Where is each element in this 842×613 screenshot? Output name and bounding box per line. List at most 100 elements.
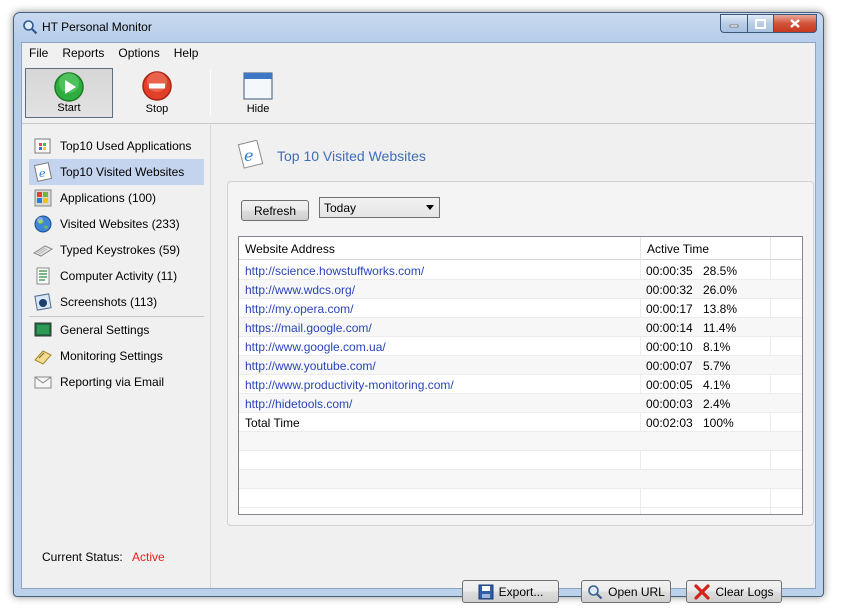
sidebar-item-screenshots[interactable]: Screenshots (113) [29, 289, 204, 315]
sidebar-item-typed-keystrokes[interactable]: Typed Keystrokes (59) [29, 237, 204, 263]
toolbar: Start Stop Hide [22, 64, 815, 122]
sidebar-item-visited-websites[interactable]: Visited Websites (233) [29, 211, 204, 237]
percent-cell: 26.0% [703, 283, 738, 297]
time-cell: 00:00:10 [646, 340, 693, 354]
clear-logs-button[interactable]: Clear Logs [686, 580, 782, 603]
maximize-button[interactable] [747, 14, 773, 33]
page-title: Top 10 Visited Websites [277, 148, 426, 164]
table-row[interactable] [239, 470, 802, 489]
percent-cell: 4.1% [703, 378, 731, 392]
percent-cell: 8.1% [703, 340, 731, 354]
time-cell: 00:00:32 [646, 283, 693, 297]
client-area: File Reports Options Help Start Stop Hid… [21, 42, 816, 603]
toolbar-separator [210, 70, 211, 116]
table-row[interactable]: http://www.youtube.com/00:00:07 5.7% [239, 356, 802, 375]
table-row[interactable]: https://mail.google.com/00:00:14 11.4% [239, 318, 802, 337]
time-cell: 00:00:03 [646, 397, 693, 411]
column-header-active-time[interactable]: Active Time [641, 237, 771, 260]
report-panel: Refresh Today Website Address Active Tim… [227, 181, 814, 526]
url-cell[interactable]: http://science.howstuffworks.com/ [245, 264, 424, 278]
minimize-icon [729, 24, 739, 27]
stop-label: Stop [145, 103, 169, 115]
ie-icon: e [33, 162, 53, 182]
sidebar-item-reporting-email[interactable]: Reporting via Email [29, 369, 204, 395]
table-row[interactable]: http://www.productivity-monitoring.com/0… [239, 375, 802, 394]
table-row[interactable]: http://my.opera.com/00:00:17 13.8% [239, 299, 802, 318]
menu-file[interactable]: File [22, 43, 55, 63]
clear-logs-label: Clear Logs [715, 584, 774, 599]
sidebar-item-general-settings[interactable]: General Settings [29, 317, 204, 343]
menu-options[interactable]: Options [111, 43, 166, 63]
time-cell: 00:00:05 [646, 378, 693, 392]
time-cell: 00:00:07 [646, 359, 693, 373]
url-cell[interactable]: http://www.productivity-monitoring.com/ [245, 378, 454, 392]
email-icon [34, 376, 52, 389]
period-dropdown[interactable]: Today [319, 197, 440, 218]
table-row[interactable]: Total Time 00:02:03 100% [239, 413, 802, 432]
play-icon [54, 72, 84, 102]
save-icon [478, 584, 494, 599]
start-button[interactable]: Start [25, 68, 113, 118]
time-cell: 00:00:35 [646, 264, 693, 278]
toolbar-divider [22, 123, 815, 124]
open-url-label: Open URL [608, 584, 665, 599]
table-row[interactable] [239, 451, 802, 470]
url-cell[interactable]: http://www.youtube.com/ [245, 359, 376, 373]
table-header: Website Address Active Time [239, 237, 802, 260]
minimize-button[interactable] [720, 14, 747, 33]
hide-label: Hide [246, 103, 270, 115]
stop-button[interactable]: Stop [113, 68, 201, 118]
table-row[interactable]: http://science.howstuffworks.com/00:00:3… [239, 261, 802, 280]
maximize-icon [755, 18, 766, 29]
percent-cell: 2.4% [703, 397, 731, 411]
monitor-settings-icon [34, 350, 52, 365]
status-label: Current Status: [42, 550, 123, 564]
open-url-button[interactable]: Open URL [581, 580, 671, 603]
url-cell: Total Time [245, 416, 300, 430]
globe-icon [34, 215, 52, 233]
refresh-button[interactable]: Refresh [241, 200, 309, 221]
delete-icon [694, 583, 711, 600]
magnifier-app-icon [23, 20, 38, 35]
search-icon [588, 584, 603, 599]
ie-page-icon: e [237, 140, 264, 169]
table-row[interactable] [239, 432, 802, 451]
chevron-down-icon [426, 205, 434, 210]
hide-button[interactable]: Hide [214, 68, 302, 118]
title-bar[interactable]: HT Personal Monitor [14, 13, 823, 41]
stop-icon [142, 71, 172, 101]
export-label: Export... [498, 584, 544, 599]
url-cell[interactable]: http://my.opera.com/ [245, 302, 354, 316]
percent-cell: 100% [703, 416, 734, 430]
table-row[interactable]: http://www.google.com.ua/00:00:10 8.1% [239, 337, 802, 356]
close-button[interactable] [773, 14, 817, 33]
sidebar-item-top10-websites[interactable]: e Top10 Visited Websites [29, 159, 204, 185]
table-row[interactable] [239, 489, 802, 508]
settings-icon [34, 322, 52, 337]
sidebar-item-computer-activity[interactable]: Computer Activity (11) [29, 263, 204, 289]
window-title: HT Personal Monitor [42, 20, 152, 34]
url-cell[interactable]: http://www.wdcs.org/ [245, 283, 355, 297]
url-cell[interactable]: http://www.google.com.ua/ [245, 340, 386, 354]
url-cell[interactable]: http://hidetools.com/ [245, 397, 352, 411]
screenshot-icon [34, 293, 52, 311]
menu-help[interactable]: Help [167, 43, 206, 63]
percent-cell: 13.8% [703, 302, 738, 316]
time-cell: 00:00:17 [646, 302, 693, 316]
menu-reports[interactable]: Reports [55, 43, 111, 63]
sidebar: Top10 Used Applications e Top10 Visited … [22, 125, 211, 588]
activity-icon [36, 267, 50, 285]
websites-table[interactable]: Website Address Active Time http://scien… [238, 236, 803, 515]
sidebar-item-top10-applications[interactable]: Top10 Used Applications [29, 133, 204, 159]
column-header-address[interactable]: Website Address [239, 237, 641, 260]
keyboard-icon [33, 245, 53, 257]
export-button[interactable]: Export... [462, 580, 559, 603]
status-value: Active [132, 550, 165, 564]
url-cell[interactable]: https://mail.google.com/ [245, 321, 372, 335]
sidebar-item-monitoring-settings[interactable]: Monitoring Settings [29, 343, 204, 369]
period-value: Today [324, 200, 357, 215]
table-row[interactable]: http://hidetools.com/00:00:03 2.4% [239, 394, 802, 413]
time-cell: 00:02:03 [646, 416, 693, 430]
table-row[interactable]: http://www.wdcs.org/00:00:32 26.0% [239, 280, 802, 299]
sidebar-item-applications[interactable]: Applications (100) [29, 185, 204, 211]
